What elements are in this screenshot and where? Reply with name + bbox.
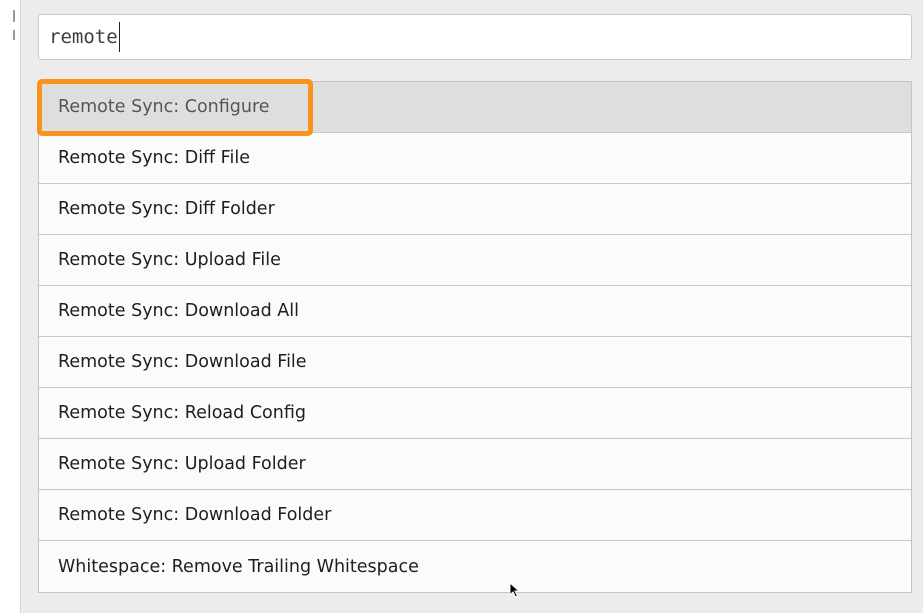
result-item-remote-sync-reload-config[interactable]: Remote Sync: Reload Config — [39, 388, 911, 439]
command-search-input[interactable]: remote — [38, 14, 912, 60]
gutter-mark — [13, 30, 15, 40]
command-results-list: Remote Sync: Configure Remote Sync: Diff… — [38, 81, 912, 593]
result-item-whitespace-remove-trailing[interactable]: Whitespace: Remove Trailing Whitespace — [39, 541, 911, 592]
result-item-remote-sync-diff-folder[interactable]: Remote Sync: Diff Folder — [39, 184, 911, 235]
search-query-text: remote — [49, 25, 118, 48]
mouse-pointer-icon — [509, 582, 521, 598]
result-item-remote-sync-configure[interactable]: Remote Sync: Configure — [39, 82, 911, 133]
result-item-remote-sync-upload-folder[interactable]: Remote Sync: Upload Folder — [39, 439, 911, 490]
text-caret — [118, 22, 121, 52]
gutter-mark — [13, 10, 15, 22]
editor-gutter — [0, 0, 20, 613]
command-palette: remote Remote Sync: Configure Remote Syn… — [20, 0, 923, 613]
result-item-remote-sync-upload-file[interactable]: Remote Sync: Upload File — [39, 235, 911, 286]
result-item-remote-sync-diff-file[interactable]: Remote Sync: Diff File — [39, 133, 911, 184]
result-item-remote-sync-download-file[interactable]: Remote Sync: Download File — [39, 337, 911, 388]
result-item-remote-sync-download-all[interactable]: Remote Sync: Download All — [39, 286, 911, 337]
result-item-remote-sync-download-folder[interactable]: Remote Sync: Download Folder — [39, 490, 911, 541]
